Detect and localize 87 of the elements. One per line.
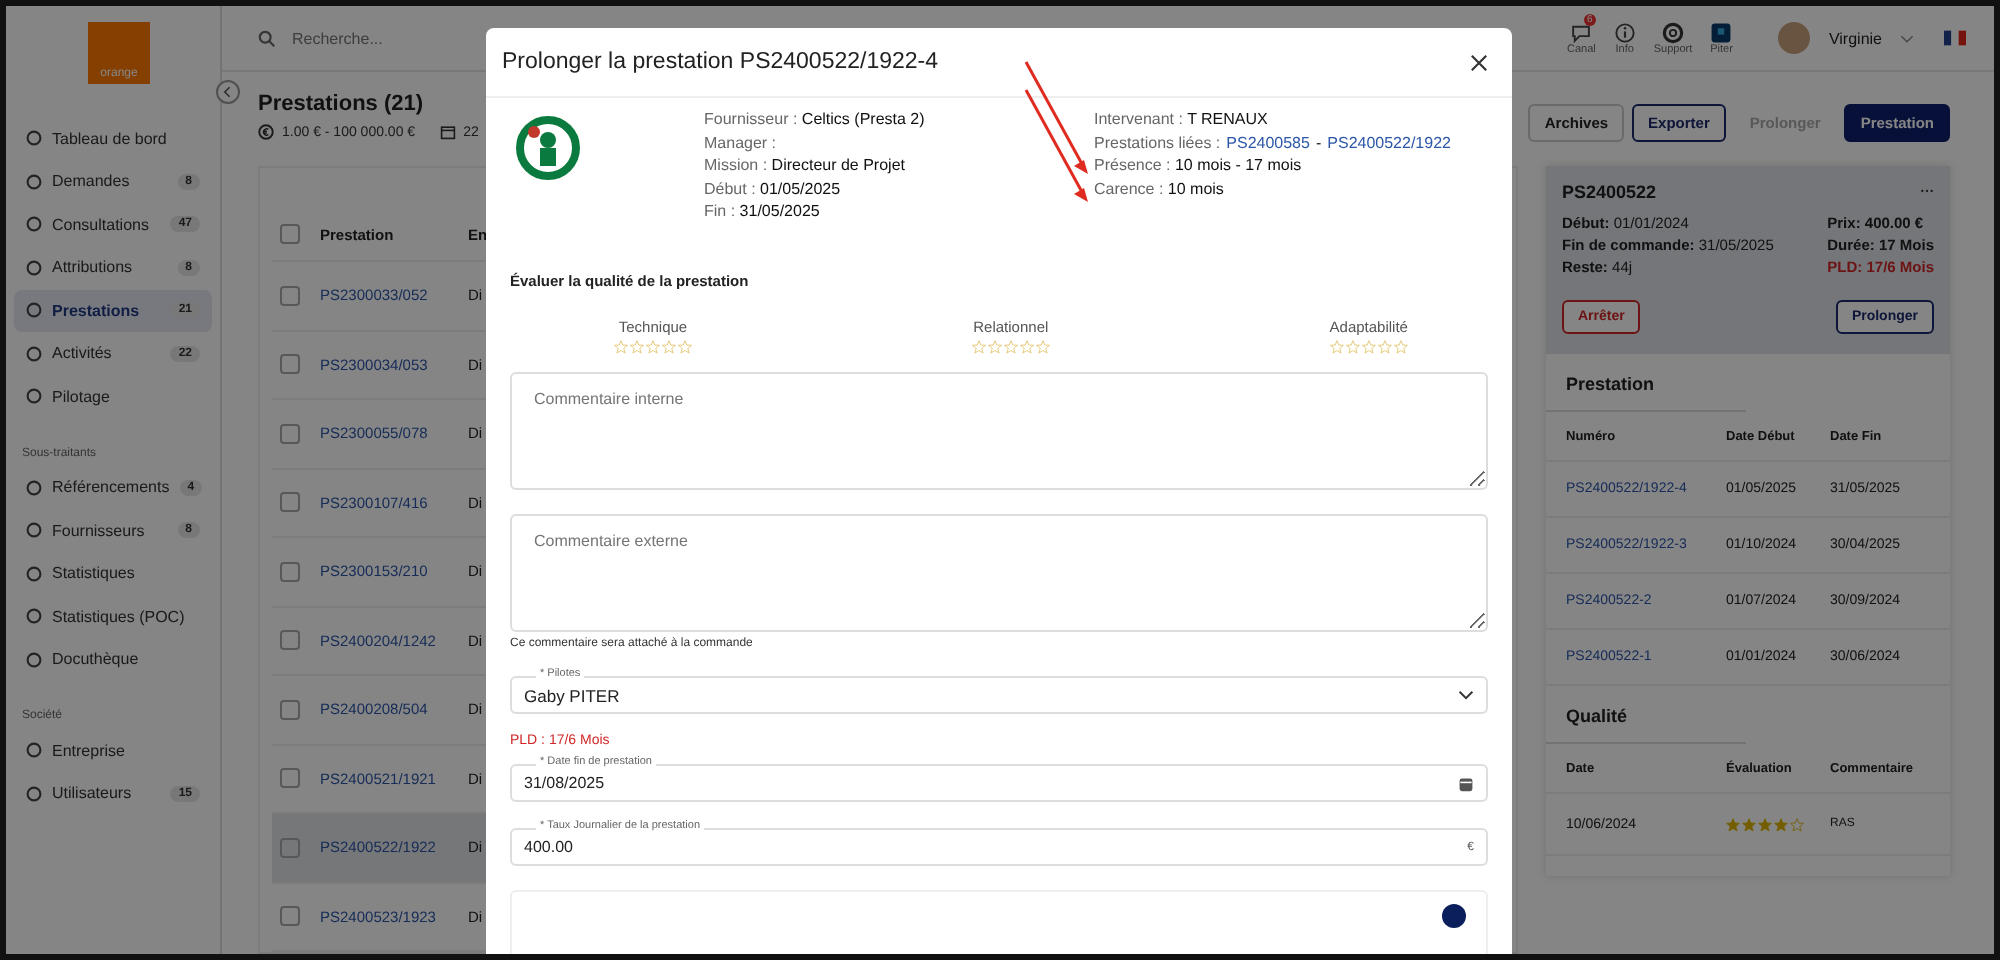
circle-icon — [26, 259, 42, 276]
star-icon[interactable] — [614, 340, 628, 354]
star-icon[interactable] — [662, 340, 676, 354]
star-icon[interactable] — [1035, 340, 1050, 354]
circle-icon — [26, 388, 42, 405]
star-icon[interactable] — [630, 340, 644, 354]
info-text: Début : 01/05/2025 — [704, 179, 843, 197]
circle-icon — [26, 302, 42, 319]
sidebar-item[interactable]: Docuthèque — [14, 639, 212, 680]
search-icon — [258, 29, 276, 47]
circle-icon — [26, 608, 42, 625]
modal-title: Prolonger la prestation PS2400522/1922-4 — [502, 50, 939, 74]
caret-icon — [1900, 33, 1914, 43]
checkbox[interactable] — [280, 768, 300, 789]
external-comment-field[interactable]: Commentaire externe — [510, 514, 1488, 632]
section-title: Prestation — [1546, 354, 1746, 412]
circle-icon — [26, 479, 42, 496]
info-text: Manager : — [704, 133, 779, 151]
circle-icon — [26, 522, 42, 539]
info-label: Prestations liées : — [1094, 133, 1221, 151]
info-icon — [1613, 21, 1636, 43]
info-text: Présence : 10 mois - 17 mois — [1094, 156, 1304, 174]
checkbox[interactable] — [280, 837, 300, 858]
info-text: Carence : 10 mois — [1094, 179, 1226, 197]
checkbox[interactable] — [280, 699, 300, 720]
linked-prestation-link[interactable]: PS2400522/1922 — [1327, 133, 1451, 151]
team-logo-icon — [516, 114, 580, 182]
flag-icon — [1944, 30, 1966, 46]
star-icon[interactable] — [1003, 340, 1018, 354]
circle-icon — [26, 173, 42, 190]
chevron-down-icon — [1458, 690, 1474, 700]
collapse-button[interactable] — [216, 80, 240, 104]
checkbox[interactable] — [280, 423, 300, 444]
calendar-icon — [1458, 775, 1474, 791]
info-icon — [1442, 904, 1466, 928]
star-icon[interactable] — [646, 340, 660, 354]
circle-icon — [26, 785, 42, 802]
star-icon[interactable] — [1019, 340, 1034, 354]
card-title: PS2400522 — [1562, 182, 1657, 202]
more-icon[interactable] — [1920, 188, 1934, 194]
sidebar-item[interactable]: Statistiques — [14, 553, 212, 594]
star-icon[interactable] — [1329, 340, 1344, 354]
sidebar-item[interactable]: Statistiques (POC) — [14, 596, 212, 637]
annotation-arrow — [1024, 89, 1088, 202]
euro-icon — [258, 124, 274, 140]
separator-text: - — [1315, 133, 1322, 151]
chevron-left-icon — [220, 84, 236, 100]
sidebar-item[interactable]: Entreprise — [14, 730, 212, 771]
info-text: Intervenant : T RENAUX — [1094, 110, 1270, 128]
checkbox[interactable] — [280, 906, 300, 927]
checkbox[interactable] — [280, 492, 300, 513]
calendar-icon — [439, 124, 456, 140]
star-icon[interactable] — [678, 340, 692, 354]
circle-icon — [26, 742, 42, 759]
star-icon[interactable] — [987, 340, 1002, 354]
close-icon[interactable] — [1470, 53, 1488, 71]
circle-icon — [26, 651, 42, 668]
circle-icon — [26, 345, 42, 362]
info-text: Fin : 31/05/2025 — [704, 202, 822, 220]
sidebar-item[interactable]: Tableau de bord — [14, 118, 212, 159]
search-field[interactable]: Recherche... — [288, 27, 496, 49]
checkbox[interactable] — [280, 224, 300, 244]
star-icon[interactable] — [971, 340, 986, 354]
internal-comment-field[interactable]: Commentaire interne — [510, 372, 1488, 490]
lifebuoy-icon — [1662, 21, 1684, 43]
avatar-icon — [1778, 22, 1811, 54]
star-icon[interactable] — [1377, 340, 1392, 354]
checkbox[interactable] — [280, 630, 300, 651]
page-title: Prestations (21) — [258, 92, 426, 116]
section-title: Qualité — [1546, 686, 1746, 744]
circle-icon — [26, 565, 42, 582]
circle-icon — [26, 130, 42, 147]
circle-icon — [26, 216, 42, 233]
info-text: Fournisseur : Celtics (Presta 2) — [704, 110, 927, 128]
chat-icon — [1570, 21, 1593, 43]
user-name[interactable]: Virginie — [1828, 29, 1882, 47]
star-icon[interactable] — [1393, 340, 1408, 354]
star-icon[interactable] — [1361, 340, 1376, 354]
sidebar-item[interactable]: Pilotage — [14, 376, 212, 417]
checkbox[interactable] — [280, 354, 300, 375]
linked-prestation-link[interactable]: PS2400585 — [1226, 133, 1310, 151]
app-icon — [1710, 21, 1733, 43]
checkbox[interactable] — [280, 561, 300, 582]
star-icon[interactable] — [1345, 340, 1360, 354]
info-text: Mission : Directeur de Projet — [704, 156, 907, 174]
annotation-arrow — [1024, 61, 1088, 174]
checkbox[interactable] — [280, 285, 300, 306]
